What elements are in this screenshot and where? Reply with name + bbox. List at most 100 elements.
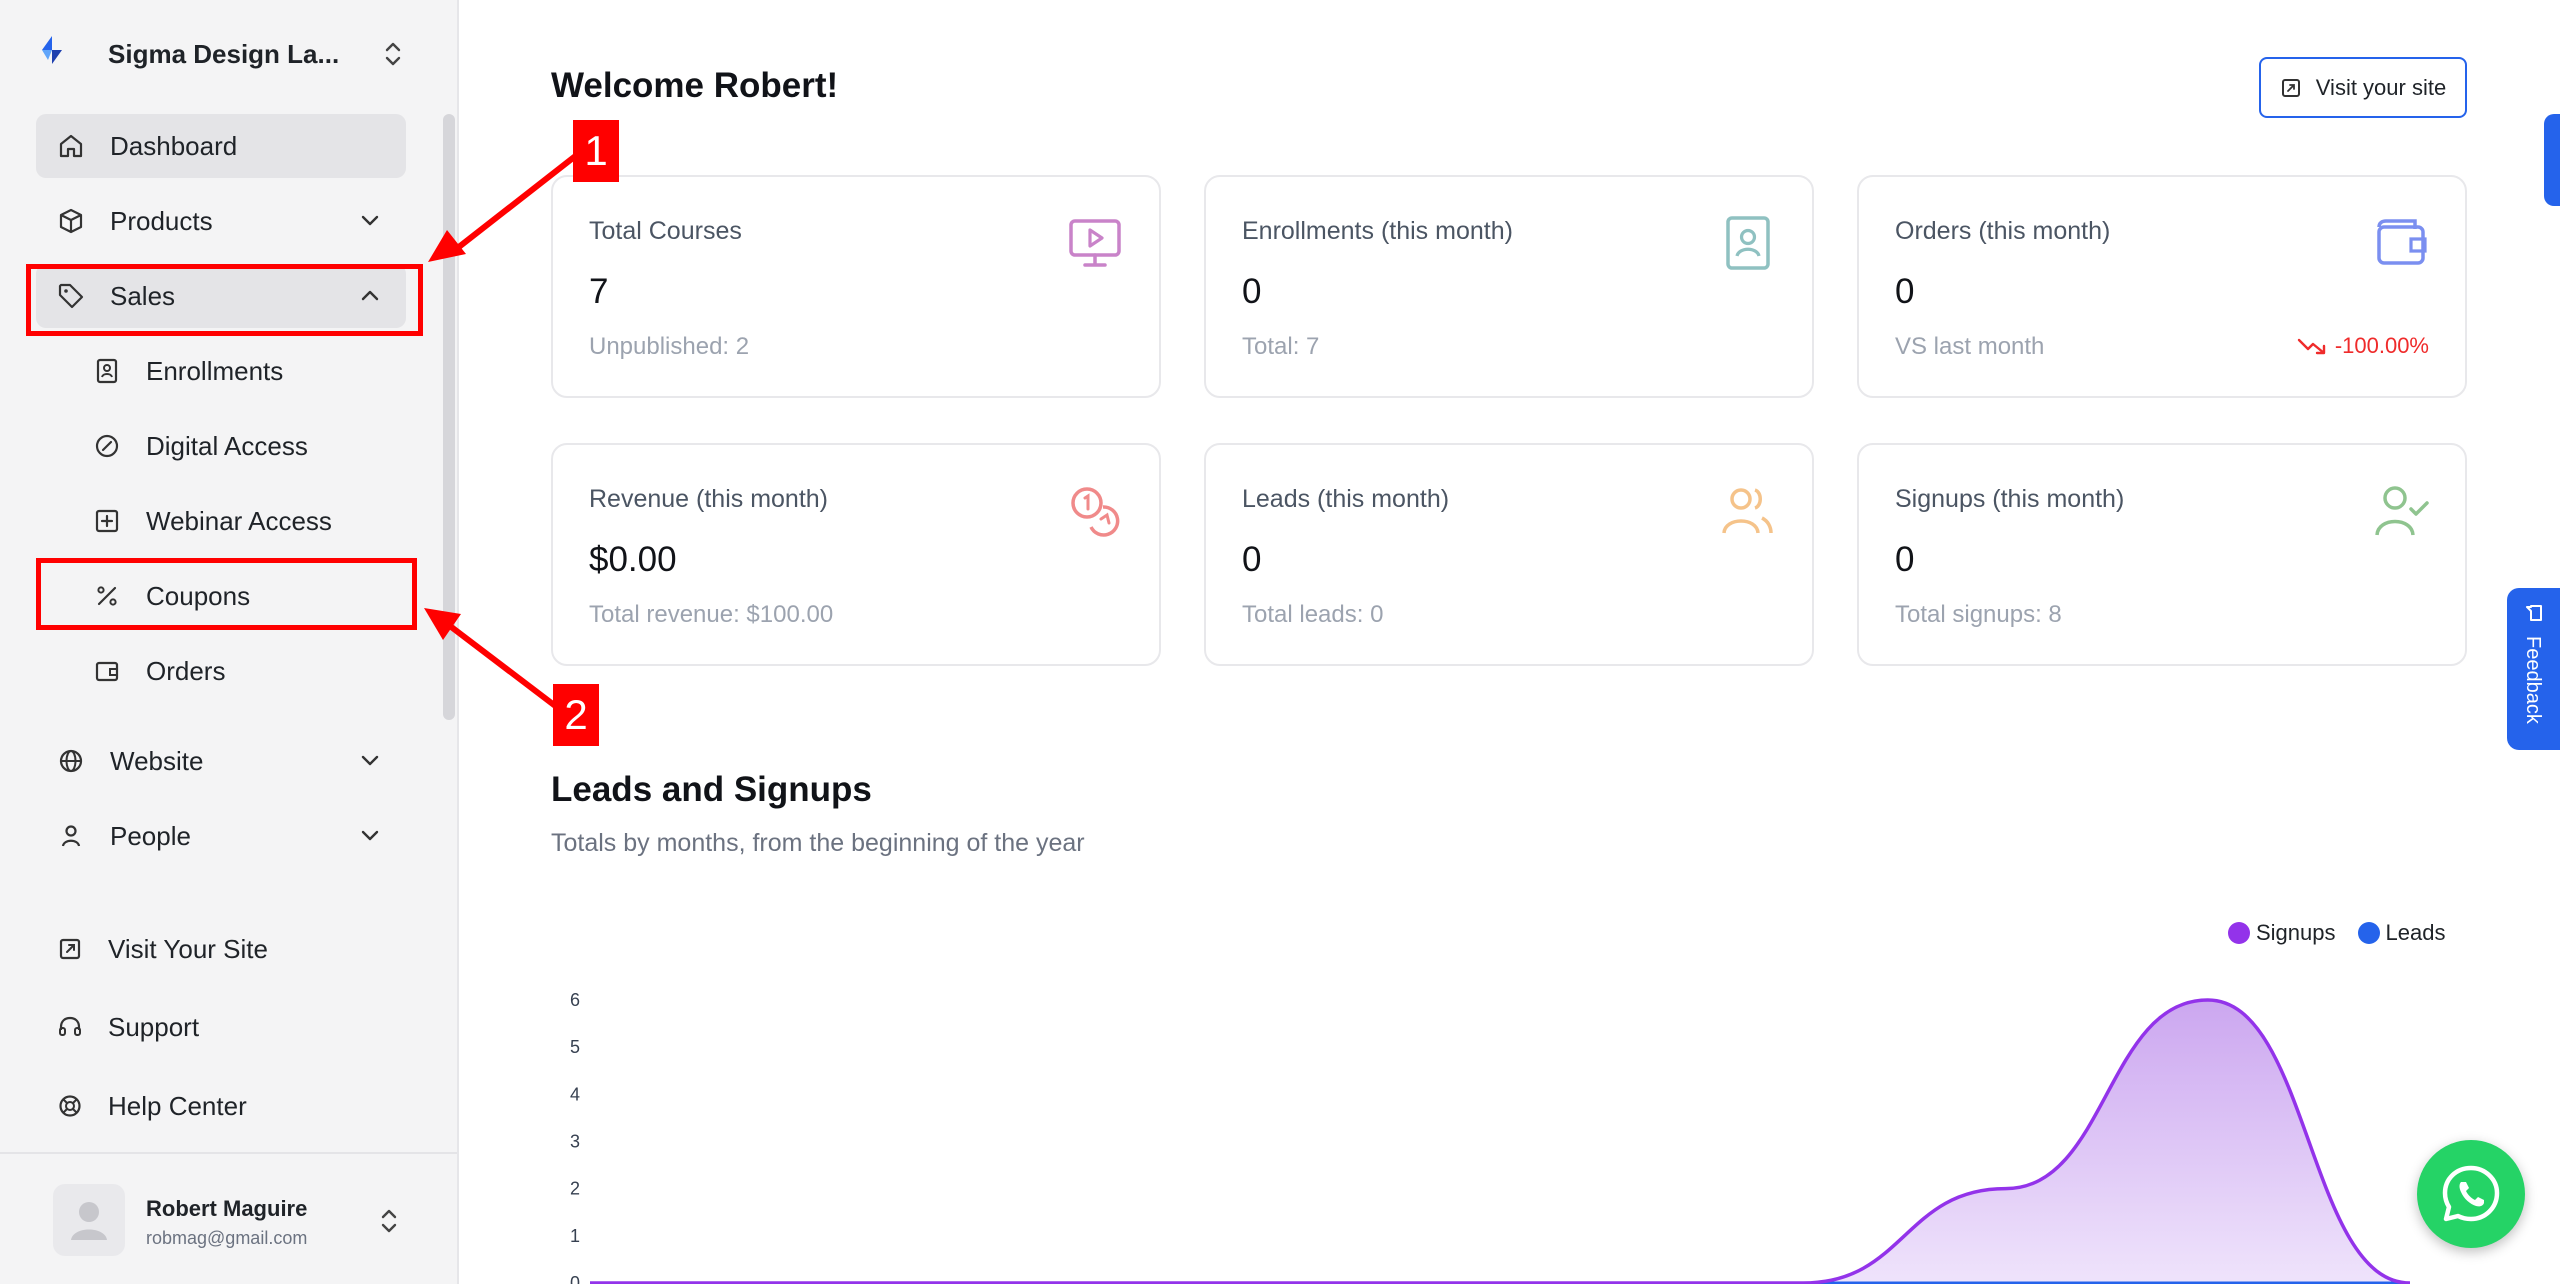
user-check-icon xyxy=(2375,486,2429,536)
support-link[interactable]: Support xyxy=(36,997,406,1057)
feedback-label: Feedback xyxy=(2522,636,2544,724)
stat-title: Signups (this month) xyxy=(1895,485,2125,513)
y-tick-label: 5 xyxy=(570,1037,580,1057)
sidebar-item-orders[interactable]: Orders xyxy=(36,639,406,703)
avatar xyxy=(53,1184,125,1256)
stat-title: Enrollments (this month) xyxy=(1242,217,1513,245)
stat-card-orders: Orders (this month) 0 VS last month -100… xyxy=(1857,175,2467,398)
stat-card-signups: Signups (this month) 0 Total signups: 8 xyxy=(1857,443,2467,666)
stat-value: 0 xyxy=(1242,272,1262,311)
monitor-play-icon xyxy=(1069,219,1121,267)
stat-value: $0.00 xyxy=(589,540,677,579)
legend-swatch xyxy=(2357,922,2380,944)
user-name: Robert Maguire xyxy=(146,1196,308,1221)
stat-card-enrollments: Enrollments (this month) 0 Total: 7 xyxy=(1204,175,1814,398)
sidebar-item-dashboard[interactable]: Dashboard xyxy=(36,114,406,178)
wallet-icon xyxy=(2377,219,2427,265)
support-label: Support xyxy=(108,1011,200,1042)
sidebar-item-label: Orders xyxy=(146,655,226,686)
external-link-icon xyxy=(2281,78,2300,97)
stat-subtext: Unpublished: 2 xyxy=(589,333,750,360)
stat-value: 0 xyxy=(1895,272,1915,311)
life-buoy-icon xyxy=(59,1095,81,1117)
sidebar-scrollbar[interactable] xyxy=(443,114,455,720)
sidebar-item-enrollments[interactable]: Enrollments xyxy=(36,339,406,403)
sidebar-item-label: Digital Access xyxy=(146,430,308,461)
sidebar-item-products[interactable]: Products xyxy=(36,189,406,253)
sidebar-item-digital-access[interactable]: Digital Access xyxy=(36,414,406,478)
user-email: robmag@gmail.com xyxy=(146,1228,308,1248)
workspace-name: Sigma Design La... xyxy=(108,38,340,69)
legend-swatch xyxy=(2228,922,2250,944)
box-icon xyxy=(59,208,83,234)
y-tick-label: 2 xyxy=(570,1179,580,1199)
stat-value: 7 xyxy=(589,272,609,311)
stat-subtext: Total leads: 0 xyxy=(1242,601,1384,628)
sidebar-item-website[interactable]: Website xyxy=(36,729,406,793)
whatsapp-icon xyxy=(2442,1165,2500,1222)
stat-title: Revenue (this month) xyxy=(589,485,829,513)
whatsapp-chat-button[interactable] xyxy=(2417,1140,2525,1248)
trending-down-icon xyxy=(2297,338,2326,355)
y-tick-label: 0 xyxy=(570,1273,580,1284)
avatar-placeholder-icon xyxy=(71,1202,107,1240)
stat-subtext: Total: 7 xyxy=(1242,333,1320,360)
sidebar-item-label: Enrollments xyxy=(146,355,284,386)
stat-subtext: Total signups: 8 xyxy=(1895,601,2062,628)
help-center-label: Help Center xyxy=(108,1090,247,1121)
stat-subtext: VS last month xyxy=(1895,333,2045,360)
annotation-highlight-coupons xyxy=(36,558,417,630)
contact-book-icon xyxy=(1726,216,1770,270)
leads-signups-chart: 6 5 4 3 2 1 0 xyxy=(570,990,2411,1284)
sidebar: Sigma Design La... Dashboard Products Sa… xyxy=(0,0,459,1284)
headset-icon xyxy=(59,1016,81,1036)
visit-site-label: Visit your site xyxy=(2315,74,2447,100)
plus-square-icon xyxy=(95,509,119,533)
sidebar-item-people[interactable]: People xyxy=(36,804,406,868)
section-title: Leads and Signups xyxy=(551,770,872,809)
sidebar-item-webinar-access[interactable]: Webinar Access xyxy=(36,489,406,553)
trend-value: -100.00% xyxy=(2334,333,2429,358)
y-tick-label: 1 xyxy=(570,1226,580,1246)
workspace-switcher[interactable]: Sigma Design La... xyxy=(36,26,406,82)
stat-card-revenue: Revenue (this month) $0.00 Total revenue… xyxy=(551,443,1161,666)
contact-book-icon xyxy=(96,358,118,384)
coins-icon xyxy=(1071,487,1120,537)
section-subtitle: Totals by months, from the beginning of … xyxy=(551,829,1085,857)
sidebar-item-label: Dashboard xyxy=(110,130,238,161)
chevrons-up-down-icon xyxy=(381,1209,397,1233)
stat-title: Orders (this month) xyxy=(1895,217,2111,245)
visit-site-button[interactable]: Visit your site xyxy=(2259,57,2467,118)
side-panel-tab[interactable] xyxy=(2544,114,2560,206)
user-menu[interactable]: Robert Maguire robmag@gmail.com xyxy=(0,1152,457,1284)
brand-logo-icon xyxy=(42,36,62,64)
wallet-icon xyxy=(95,661,119,682)
sidebar-item-label: People xyxy=(110,820,191,851)
chevrons-up-down-icon xyxy=(385,42,401,66)
visit-your-site-link[interactable]: Visit Your Site xyxy=(36,919,406,979)
external-link-icon xyxy=(59,938,81,960)
y-tick-label: 4 xyxy=(570,1084,580,1104)
gauge-icon xyxy=(95,434,119,458)
users-icon xyxy=(1722,488,1773,534)
home-icon xyxy=(59,134,83,158)
y-tick-label: 6 xyxy=(570,990,580,1010)
legend-entry-signups[interactable]: Signups xyxy=(2228,920,2336,946)
help-center-link[interactable]: Help Center xyxy=(36,1076,406,1136)
y-tick-label: 3 xyxy=(570,1132,580,1152)
chevron-down-icon xyxy=(361,755,379,766)
trend-badge: -100.00% xyxy=(2297,333,2429,359)
chevron-down-icon xyxy=(361,830,379,841)
globe-icon xyxy=(59,749,83,773)
chevron-down-icon xyxy=(361,215,379,226)
page-title: Welcome Robert! xyxy=(551,66,839,105)
stat-subtext: Total revenue: $100.00 xyxy=(589,601,834,628)
stat-value: 0 xyxy=(1895,540,1915,579)
legend-entry-leads[interactable]: Leads xyxy=(2357,920,2445,946)
stat-value: 0 xyxy=(1242,540,1262,579)
chart-legend: Signups Leads xyxy=(2228,920,2467,946)
visit-your-site-label: Visit Your Site xyxy=(108,933,268,964)
annotation-highlight-sales xyxy=(26,264,423,336)
sidebar-item-label: Products xyxy=(110,205,213,236)
feedback-tab[interactable]: Feedback xyxy=(2507,588,2560,750)
